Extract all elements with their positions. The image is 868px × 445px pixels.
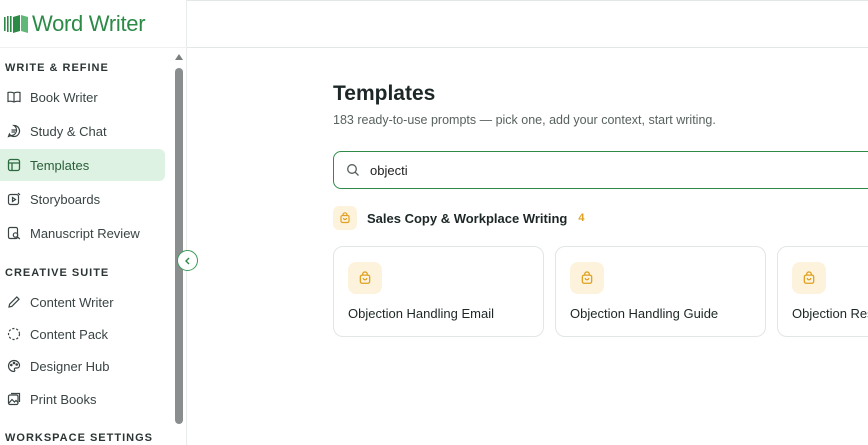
sidebar-item-label: Study & Chat xyxy=(30,123,107,139)
search-box[interactable] xyxy=(333,151,868,189)
brand-name: Word Writer xyxy=(32,10,146,36)
sidebar-nav: WRITE & REFINE Book Writer Study & Chat … xyxy=(0,48,172,445)
sidebar-item-storyboards[interactable]: Storyboards xyxy=(0,183,165,215)
sidebar-item-content-pack[interactable]: Content Pack xyxy=(0,318,165,350)
sidebar-item-label: Book Writer xyxy=(30,89,98,105)
sidebar-scrollbar[interactable] xyxy=(174,52,184,445)
template-card-title: Objection Handling Email xyxy=(348,306,494,321)
sidebar-item-label: Templates xyxy=(30,157,90,173)
image-stack-icon xyxy=(7,392,21,406)
search-input[interactable] xyxy=(370,162,670,178)
palette-icon xyxy=(7,359,21,373)
book-open-icon xyxy=(7,90,21,104)
shopping-bag-icon xyxy=(348,262,382,294)
section-write-refine: WRITE & REFINE xyxy=(5,62,109,74)
layout-template-icon xyxy=(7,158,21,172)
storyboard-icon xyxy=(7,192,21,206)
sidebar-item-print-books[interactable]: Print Books xyxy=(0,383,165,415)
sidebar-item-label: Print Books xyxy=(30,391,97,407)
sidebar-item-designer-hub[interactable]: Designer Hub xyxy=(0,350,165,382)
shopping-bag-icon xyxy=(570,262,604,294)
sidebar: Word Writer WRITE & REFINE Book Writer S… xyxy=(0,0,187,445)
shopping-bag-icon xyxy=(792,262,826,294)
template-card[interactable]: Objection Res xyxy=(777,246,868,337)
template-card[interactable]: Objection Handling Guide xyxy=(555,246,766,337)
sidebar-item-label: Designer Hub xyxy=(30,358,110,374)
scroll-up-arrow-icon[interactable] xyxy=(175,54,183,60)
document-review-icon xyxy=(7,226,21,240)
pencil-icon xyxy=(7,295,21,309)
section-workspace-settings: WORKSPACE SETTINGS xyxy=(5,432,153,444)
page-title: Templates xyxy=(333,82,436,105)
sidebar-item-label: Content Pack xyxy=(30,326,109,342)
template-card-title: Objection Res xyxy=(792,306,868,321)
sidebar-item-book-writer[interactable]: Book Writer xyxy=(0,81,165,113)
sidebar-item-templates[interactable]: Templates xyxy=(0,149,165,181)
sidebar-item-manuscript-review[interactable]: Manuscript Review xyxy=(0,217,165,249)
sidebar-item-label: Storyboards xyxy=(30,191,101,207)
template-card-title: Objection Handling Guide xyxy=(570,306,719,321)
category-header: Sales Copy & Workplace Writing 4 xyxy=(333,206,584,230)
brand[interactable]: Word Writer xyxy=(0,0,187,48)
chat-bubble-icon xyxy=(7,124,21,138)
sidebar-item-content-writer[interactable]: Content Writer xyxy=(0,286,165,318)
top-bar xyxy=(187,0,868,48)
main-content: Templates 183 ready-to-use prompts — pic… xyxy=(187,48,868,445)
search-icon xyxy=(346,163,360,177)
sidebar-item-study-chat[interactable]: Study & Chat xyxy=(0,115,165,147)
category-count-badge: 4 xyxy=(578,212,585,224)
section-creative-suite: CREATIVE SUITE xyxy=(5,267,110,279)
template-card[interactable]: Objection Handling Email xyxy=(333,246,544,337)
dashed-circle-icon xyxy=(7,327,21,341)
sidebar-item-label: Content Writer xyxy=(30,294,114,310)
book-logo-icon xyxy=(2,12,30,36)
page-subtitle: 183 ready-to-use prompts — pick one, add… xyxy=(333,113,716,127)
category-name: Sales Copy & Workplace Writing xyxy=(367,210,568,226)
scroll-thumb[interactable] xyxy=(175,68,183,424)
sidebar-item-label: Manuscript Review xyxy=(30,225,140,241)
shopping-bag-icon xyxy=(333,206,357,230)
